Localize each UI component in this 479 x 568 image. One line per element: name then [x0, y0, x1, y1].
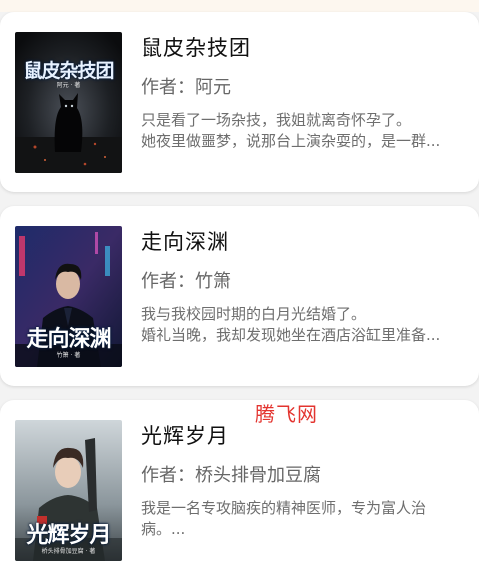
description-line: 我与我校园时期的白月光结婚了。 [141, 305, 367, 323]
book-author: 作者：桥头排骨加豆腐 [141, 461, 321, 487]
book-author: 作者：阿元 [141, 73, 231, 99]
description-line: 她夜里做噩梦，说那台上演杂耍的，是一群... [141, 132, 441, 150]
author-label: 作者： [141, 77, 195, 98]
dark-cat-cover-art-icon [15, 32, 122, 173]
description-line: 婚礼当晚，我却发现她坐在酒店浴缸里准备... [141, 326, 441, 344]
description-line: 只是看了一场杂技，我姐就离奇怀孕了。 [141, 111, 412, 129]
book-card[interactable]: 走向深渊 竹箫 · 著 走向深渊 作者：竹箫 我与我校园时期的白月光结婚了。 婚… [0, 206, 479, 386]
cover-title: 光辉岁月 [26, 523, 111, 548]
author-label: 作者： [141, 271, 195, 292]
book-cover[interactable]: 鼠皮杂技团 阿元 · 著 [15, 32, 122, 173]
author-name: 阿元 [195, 77, 231, 98]
book-description: 我是一名专攻脑疾的精神医师，专为富人治 病。... [141, 498, 467, 540]
book-cover[interactable]: 光辉岁月 桥头排骨加豆腐 · 著 [15, 420, 122, 561]
cover-author: 竹箫 · 著 [56, 352, 81, 359]
cover-title: 走向深渊 [26, 327, 111, 352]
book-card[interactable]: 鼠皮杂技团 阿元 · 著 鼠皮杂技团 作者：阿元 只是看了一场杂技，我姐就离奇怀… [0, 12, 479, 192]
author-label: 作者： [141, 465, 195, 486]
book-title[interactable]: 鼠皮杂技团 [141, 32, 251, 62]
cover-title: 鼠皮杂技团 [23, 60, 114, 82]
watermark: 腾飞网 [255, 402, 318, 426]
book-title[interactable]: 走向深渊 [141, 226, 229, 256]
book-cover[interactable]: 走向深渊 竹箫 · 著 [15, 226, 122, 367]
description-line: 病。... [141, 520, 186, 538]
book-description: 只是看了一场杂技，我姐就离奇怀孕了。 她夜里做噩梦，说那台上演杂耍的，是一群..… [141, 110, 467, 152]
cover-author: 桥头排骨加豆腐 · 著 [41, 548, 96, 555]
book-description: 我与我校园时期的白月光结婚了。 婚礼当晚，我却发现她坐在酒店浴缸里准备... [141, 304, 467, 346]
top-strip [0, 0, 479, 12]
author-name: 竹箫 [195, 271, 231, 292]
book-title[interactable]: 光辉岁月 [141, 420, 229, 450]
cover-author: 阿元 · 著 [56, 82, 81, 89]
description-line: 我是一名专攻脑疾的精神医师，专为富人治 [141, 499, 427, 517]
author-name: 桥头排骨加豆腐 [195, 465, 321, 486]
book-author: 作者：竹箫 [141, 267, 231, 293]
book-card[interactable]: 光辉岁月 桥头排骨加豆腐 · 著 光辉岁月 作者：桥头排骨加豆腐 我是一名专攻脑… [0, 400, 479, 568]
